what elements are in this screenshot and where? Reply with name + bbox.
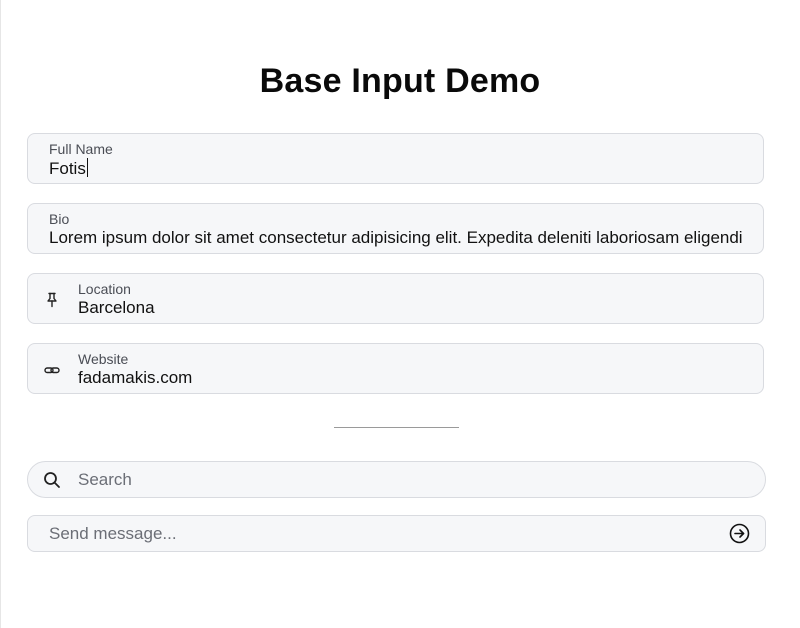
location-label: Location <box>78 281 131 297</box>
full-name-value-wrap[interactable]: Fotis <box>49 158 88 179</box>
location-field[interactable]: Location Barcelona <box>27 273 764 324</box>
website-label: Website <box>78 351 129 367</box>
full-name-field[interactable]: Full Name Fotis <box>27 133 764 184</box>
pin-icon <box>42 290 62 310</box>
search-input[interactable] <box>78 462 738 497</box>
divider <box>334 427 459 428</box>
location-value[interactable]: Barcelona <box>78 298 155 318</box>
search-icon <box>42 470 62 490</box>
search-bar[interactable] <box>27 461 766 498</box>
bio-value[interactable]: Lorem ipsum dolor sit amet consectetur a… <box>49 228 743 248</box>
bio-field[interactable]: Bio Lorem ipsum dolor sit amet consectet… <box>27 203 764 254</box>
message-bar[interactable] <box>27 515 766 552</box>
text-caret <box>86 158 88 177</box>
full-name-value[interactable]: Fotis <box>49 159 86 178</box>
bio-label: Bio <box>49 211 70 227</box>
link-icon <box>42 360 62 380</box>
arrow-right-circle-icon[interactable] <box>729 523 750 544</box>
website-value[interactable]: fadamakis.com <box>78 368 192 388</box>
full-name-label: Full Name <box>49 141 113 157</box>
page-title: Base Input Demo <box>259 62 541 100</box>
message-input[interactable] <box>49 516 729 551</box>
website-field[interactable]: Website fadamakis.com <box>27 343 764 394</box>
